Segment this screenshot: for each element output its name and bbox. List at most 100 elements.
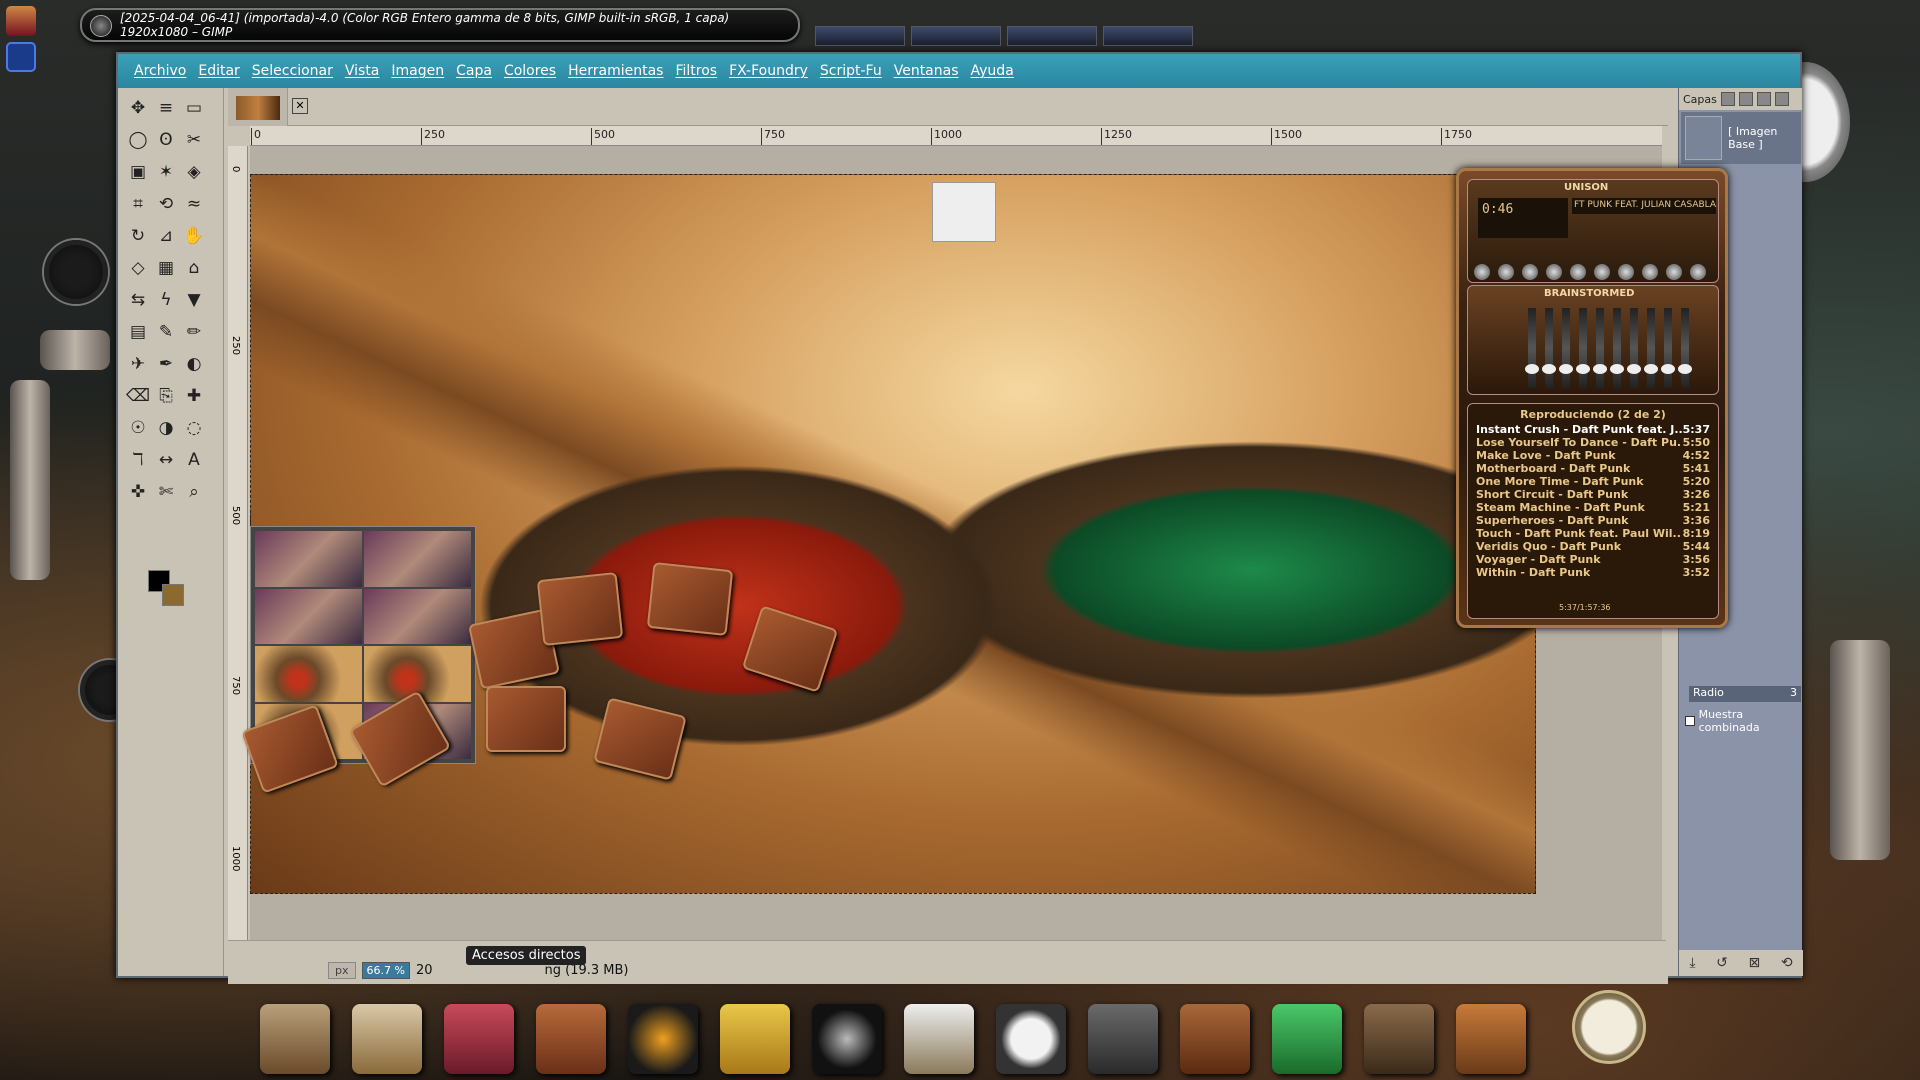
eq-slider[interactable]	[1525, 308, 1539, 388]
horizontal-scrollbar[interactable]	[228, 940, 1666, 956]
menu-ayuda[interactable]: Ayuda	[965, 63, 1020, 79]
airbrush-tool-icon[interactable]: ✈	[124, 350, 152, 378]
folder-dock-icon[interactable]	[1180, 1004, 1250, 1074]
measure-tool-icon[interactable]: ↔	[152, 446, 180, 474]
playlist-item[interactable]: Within - Daft Punk 3:52	[1476, 566, 1710, 579]
image-tab-thumbnail[interactable]	[228, 88, 288, 126]
balance-knob[interactable]	[1690, 264, 1706, 280]
horizontal-ruler[interactable]: 0 250 500 750 1000 1250 1500 1750	[250, 126, 1662, 146]
layer-row[interactable]: [ Imagen Base ]	[1681, 112, 1801, 164]
text-path-tool-icon[interactable]: ϟ	[152, 286, 180, 314]
channels-tab-icon[interactable]	[1720, 92, 1735, 106]
playlist-item[interactable]: Make Love - Daft Punk 4:52	[1476, 449, 1710, 462]
canvas-area[interactable]	[241, 146, 1662, 940]
window-thumbnail[interactable]	[1103, 26, 1193, 46]
prev-button[interactable]	[1474, 264, 1490, 280]
eq-slider[interactable]	[1559, 308, 1573, 388]
document-mic-dock-icon[interactable]	[904, 1004, 974, 1074]
window-thumbnail[interactable]	[911, 26, 1001, 46]
eject-button[interactable]	[1594, 264, 1610, 280]
shuffle-button[interactable]	[1618, 264, 1634, 280]
crop-tool-icon[interactable]: ⌗	[124, 190, 152, 218]
tab-layers[interactable]: Capas	[1683, 93, 1717, 106]
gimp-dock-icon[interactable]	[1364, 1004, 1434, 1074]
folder-icon[interactable]	[536, 571, 624, 647]
volume-knob[interactable]	[1666, 264, 1682, 280]
app-menu-knob-icon[interactable]	[90, 15, 112, 37]
menu-editar[interactable]: Editar	[192, 63, 245, 79]
free-select-tool-icon[interactable]: ʘ	[152, 126, 180, 154]
text-tool-icon[interactable]: A	[180, 446, 208, 474]
clone-tool-icon[interactable]: ⎘	[152, 382, 180, 410]
flip-tool-icon[interactable]: ⇆	[124, 286, 152, 314]
zoom-selector[interactable]: 66.7 %	[361, 961, 410, 979]
bag-dock-icon[interactable]	[260, 1004, 330, 1074]
smudge-tool-icon[interactable]: ☉	[124, 414, 152, 442]
playlist-item[interactable]: Voyager - Daft Punk 3:56	[1476, 553, 1710, 566]
playlist-item[interactable]: Instant Crush - Daft Punk feat. J... 5:37	[1476, 423, 1710, 436]
radius-field[interactable]: Radio 3	[1689, 686, 1801, 702]
menu-fx-foundry[interactable]: FX-Foundry	[723, 63, 814, 79]
flame-launcher-icon[interactable]	[6, 6, 36, 36]
spreadsheet-dock-icon[interactable]	[1272, 1004, 1342, 1074]
eq-slider[interactable]	[1627, 308, 1641, 388]
pencil-tool-icon[interactable]: ✏	[180, 318, 208, 346]
eq-slider[interactable]	[1542, 308, 1556, 388]
eq-slider[interactable]	[1593, 308, 1607, 388]
grid-tool-icon[interactable]: ▦	[152, 254, 180, 282]
playlist-item[interactable]: Veridis Quo - Daft Punk 5:44	[1476, 540, 1710, 553]
menu-herramientas[interactable]: Herramientas	[562, 63, 669, 79]
color-select-tool-icon[interactable]: ◈	[180, 158, 208, 186]
eq-slider[interactable]	[1661, 308, 1675, 388]
shear-tool-icon[interactable]: ⊿	[152, 222, 180, 250]
sample-merged-option[interactable]: Muestra combinada	[1685, 708, 1802, 734]
zoom-tool-icon[interactable]: ⌕	[180, 478, 208, 506]
heart-box-dock-icon[interactable]	[444, 1004, 514, 1074]
path-tool-icon[interactable]: ℸ	[124, 446, 152, 474]
playlist-item[interactable]: Touch - Daft Punk feat. Paul Wil... 8:19	[1476, 527, 1710, 540]
vertical-ruler[interactable]: 0 250 500 750 1000	[228, 146, 248, 940]
menu-script-fu[interactable]: Script-Fu	[814, 63, 888, 79]
sample-merged-checkbox[interactable]	[1685, 716, 1695, 726]
undo-tab-icon[interactable]	[1756, 92, 1771, 106]
unit-selector[interactable]: px	[328, 961, 356, 979]
stop-button[interactable]	[1546, 264, 1562, 280]
eq-slider[interactable]	[1644, 308, 1658, 388]
playlist-item[interactable]: One More Time - Daft Punk 5:20	[1476, 475, 1710, 488]
iscissors-tool-icon[interactable]: ✄	[152, 478, 180, 506]
helmet-dock-icon[interactable]	[812, 1004, 882, 1074]
meter-dock-icon[interactable]	[996, 1004, 1066, 1074]
unified-transform-tool-icon[interactable]: ⟲	[152, 190, 180, 218]
playlist-item[interactable]: Short Circuit - Daft Punk 3:26	[1476, 488, 1710, 501]
blur-tool-icon[interactable]: ◌	[180, 414, 208, 442]
menu-ventanas[interactable]: Ventanas	[888, 63, 965, 79]
playlist-item[interactable]: Lose Yourself To Dance - Daft Pu... 5:50	[1476, 436, 1710, 449]
ellipse-select-tool-icon[interactable]: ◯	[124, 126, 152, 154]
eq-slider[interactable]	[1678, 308, 1692, 388]
window-thumbnail[interactable]	[815, 26, 905, 46]
paths-tab-icon[interactable]	[1738, 92, 1753, 106]
cage-tool-icon[interactable]: ⌂	[180, 254, 208, 282]
menu-filtros[interactable]: Filtros	[669, 63, 723, 79]
menu-seleccionar[interactable]: Seleccionar	[246, 63, 339, 79]
blend-tool-icon[interactable]: ▤	[124, 318, 152, 346]
floating-mini-window[interactable]	[932, 182, 996, 242]
rotate-tool-icon[interactable]: ↻	[124, 222, 152, 250]
typewriter-dock-icon[interactable]	[1088, 1004, 1158, 1074]
background-color-swatch[interactable]	[162, 584, 184, 606]
paint-bucket-tool-icon[interactable]: ▼	[180, 286, 208, 314]
fuzzy-select-tool-icon[interactable]: ✶	[152, 158, 180, 186]
rect-select-tool-icon[interactable]: ▭	[180, 94, 208, 122]
playlist-item[interactable]: Motherboard - Daft Punk 5:41	[1476, 462, 1710, 475]
delete-options-icon[interactable]: ⊠	[1749, 955, 1761, 971]
folder-icon[interactable]	[646, 561, 734, 637]
move-tool-icon[interactable]: ✥	[124, 94, 152, 122]
pause-button[interactable]	[1522, 264, 1538, 280]
window-thumbnail[interactable]	[1007, 26, 1097, 46]
ink-tool-icon[interactable]: ✒	[152, 350, 180, 378]
dodge-tool-icon[interactable]: ◑	[152, 414, 180, 442]
restore-options-icon[interactable]: ↺	[1716, 955, 1728, 971]
save-options-icon[interactable]: ⤓	[1689, 955, 1695, 971]
close-tab-icon[interactable]: ✕	[292, 98, 308, 114]
align-tool-icon[interactable]: ≡	[152, 94, 180, 122]
